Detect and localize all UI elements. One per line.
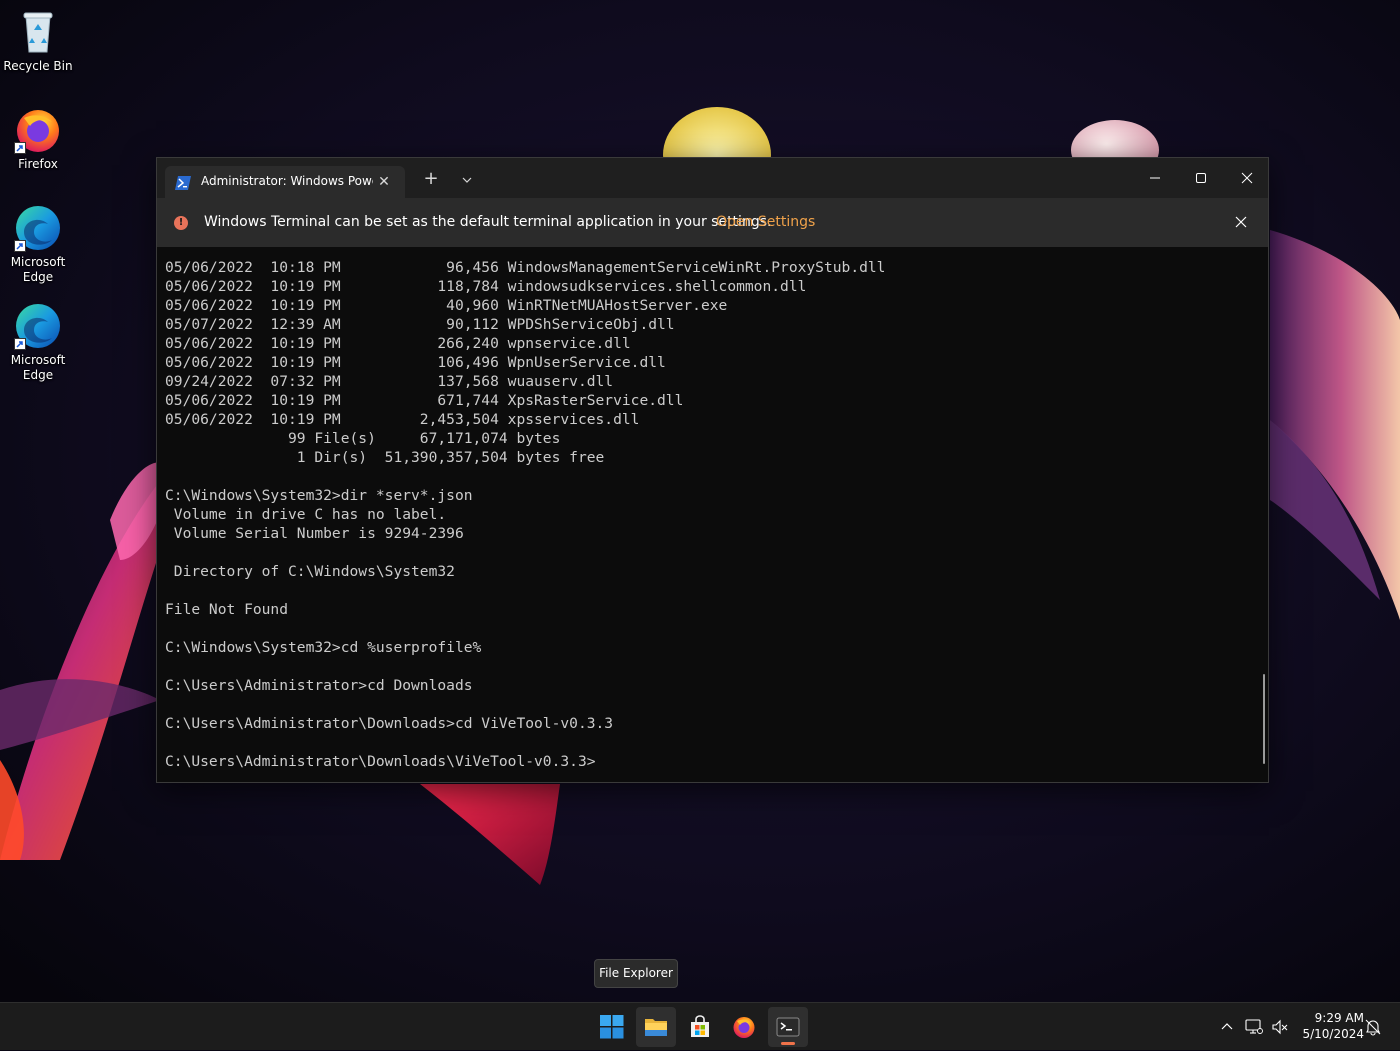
notification-icon bbox=[1365, 1019, 1381, 1036]
desktop-icon-recycle-bin[interactable]: Recycle Bin bbox=[2, 8, 74, 74]
console-line: Directory of C:\Windows\System32 bbox=[165, 563, 455, 580]
desktop-icon-firefox[interactable]: Firefox bbox=[2, 106, 74, 172]
start-button[interactable] bbox=[592, 1007, 632, 1047]
taskbar: 9:29 AM 5/10/2024 bbox=[0, 1002, 1400, 1050]
maximize-icon bbox=[1196, 173, 1206, 183]
desktop-icon-label: Microsoft Edge bbox=[10, 353, 66, 382]
console-scrollbar[interactable] bbox=[1263, 674, 1265, 764]
desktop-icon-label: Firefox bbox=[18, 157, 58, 171]
console-line: C:\Users\Administrator\Downloads\ViVeToo… bbox=[165, 753, 596, 770]
tab-title: Administrator: Windows PowerShell bbox=[201, 174, 373, 188]
shortcut-arrow-icon bbox=[14, 338, 26, 350]
console-line: 05/06/2022 10:18 PM 96,456 WindowsManage… bbox=[165, 259, 886, 276]
firefox-icon bbox=[733, 1017, 755, 1038]
console-line: 05/06/2022 10:19 PM 118,784 windowsudkse… bbox=[165, 278, 807, 295]
console-line: 05/06/2022 10:19 PM 40,960 WinRTNetMUAHo… bbox=[165, 297, 728, 314]
new-tab-button[interactable]: + bbox=[421, 170, 441, 190]
close-icon bbox=[1235, 216, 1247, 228]
console-line: 1 Dir(s) 51,390,357,504 bytes free bbox=[165, 449, 605, 466]
shortcut-arrow-icon bbox=[14, 240, 26, 252]
desktop-icon-edge[interactable]: Microsoft Edge bbox=[2, 302, 74, 383]
clock-time: 9:29 AM bbox=[1314, 1011, 1364, 1025]
recycle-bin-icon bbox=[14, 8, 62, 56]
terminal-taskbar-button[interactable] bbox=[768, 1007, 808, 1047]
close-icon bbox=[1241, 172, 1253, 184]
minimize-icon bbox=[1150, 177, 1160, 179]
network-icon bbox=[1245, 1019, 1263, 1034]
tab-powershell[interactable]: Administrator: Windows PowerShell ✕ bbox=[165, 166, 405, 198]
desktop-icon-edge[interactable]: Microsoft Edge bbox=[2, 204, 74, 285]
console-output[interactable]: 05/06/2022 10:18 PM 96,456 WindowsManage… bbox=[165, 258, 1255, 778]
console-line: 99 File(s) 67,171,074 bytes bbox=[165, 430, 561, 447]
clock-date: 5/10/2024 bbox=[1302, 1027, 1364, 1041]
maximize-button[interactable] bbox=[1178, 158, 1224, 198]
warning-icon: ! bbox=[174, 216, 188, 230]
console-line: C:\Windows\System32>cd %userprofile% bbox=[165, 639, 482, 656]
console-line: 05/06/2022 10:19 PM 671,744 XpsRasterSer… bbox=[165, 392, 684, 409]
volume-muted-icon bbox=[1272, 1019, 1288, 1035]
firefox-taskbar-button[interactable] bbox=[724, 1007, 764, 1047]
chevron-up-icon bbox=[1221, 1023, 1233, 1030]
file-explorer-icon bbox=[645, 1019, 667, 1036]
close-button[interactable] bbox=[1224, 158, 1270, 198]
tab-close-button[interactable]: ✕ bbox=[376, 174, 392, 190]
chevron-up-button[interactable] bbox=[1216, 1003, 1238, 1051]
file-explorer-button[interactable] bbox=[636, 1007, 676, 1047]
open-settings-link[interactable]: Open Settings bbox=[716, 214, 815, 230]
taskbar-clock[interactable]: 9:29 AM 5/10/2024 bbox=[1296, 1010, 1364, 1042]
microsoft-store-button[interactable] bbox=[680, 1007, 720, 1047]
firefox-icon bbox=[14, 106, 62, 154]
edge-icon bbox=[14, 302, 62, 350]
edge-icon bbox=[14, 204, 62, 252]
console-line: 05/07/2022 12:39 AM 90,112 WPDShServiceO… bbox=[165, 316, 675, 333]
console-line: Volume Serial Number is 9294-2396 bbox=[165, 525, 464, 542]
console-line: File Not Found bbox=[165, 601, 289, 618]
terminal-window[interactable]: Administrator: Windows PowerShell ✕ + ! … bbox=[156, 157, 1269, 783]
chevron-down-icon bbox=[462, 177, 472, 183]
desktop-icon-label: Microsoft Edge bbox=[10, 255, 66, 284]
start-icon bbox=[600, 1015, 624, 1039]
title-bar[interactable]: Administrator: Windows PowerShell ✕ + bbox=[157, 158, 1268, 198]
shortcut-arrow-icon bbox=[14, 142, 26, 154]
default-terminal-infobar: ! Windows Terminal can be set as the def… bbox=[157, 198, 1268, 247]
powershell-icon bbox=[175, 175, 191, 190]
tab-dropdown-button[interactable] bbox=[457, 170, 477, 190]
console-line: C:\Users\Administrator>cd Downloads bbox=[165, 677, 473, 694]
console-line: 09/24/2022 07:32 PM 137,568 wuauserv.dll bbox=[165, 373, 614, 390]
console-line: C:\Users\Administrator\Downloads>cd ViVe… bbox=[165, 715, 614, 732]
taskbar-tooltip: File Explorer bbox=[594, 959, 678, 988]
microsoft-store-icon bbox=[691, 1015, 709, 1037]
console-line: 05/06/2022 10:19 PM 266,240 wpnservice.d… bbox=[165, 335, 631, 352]
running-indicator bbox=[781, 1042, 795, 1045]
network-button[interactable] bbox=[1242, 1003, 1266, 1051]
infobar-close-button[interactable] bbox=[1232, 213, 1250, 231]
console-line: 05/06/2022 10:19 PM 2,453,504 xpsservice… bbox=[165, 411, 640, 428]
terminal-icon bbox=[776, 1017, 800, 1037]
desktop-icon-label: Recycle Bin bbox=[3, 59, 73, 73]
volume-button[interactable] bbox=[1268, 1003, 1292, 1051]
console-line: Volume in drive C has no label. bbox=[165, 506, 447, 523]
console-line: 05/06/2022 10:19 PM 106,496 WpnUserServi… bbox=[165, 354, 666, 371]
minimize-button[interactable] bbox=[1132, 158, 1178, 198]
infobar-message: Windows Terminal can be set as the defau… bbox=[204, 214, 772, 230]
console-line: C:\Windows\System32>dir *serv*.json bbox=[165, 487, 473, 504]
notification-button[interactable] bbox=[1362, 1003, 1386, 1051]
